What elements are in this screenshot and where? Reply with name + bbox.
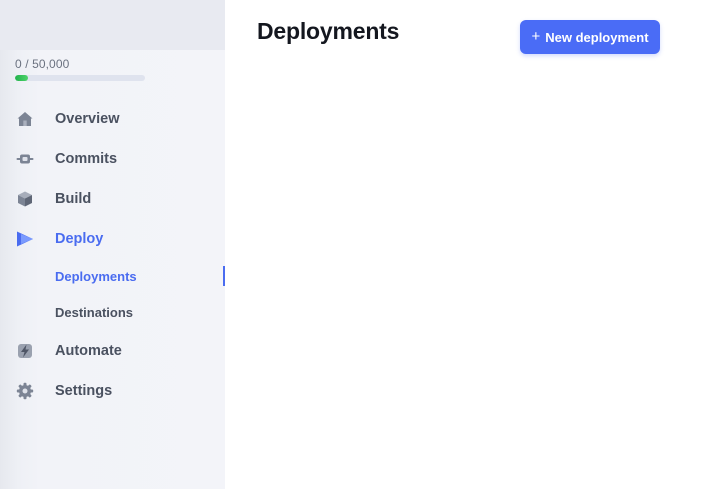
new-deployment-button[interactable]: + New deployment	[520, 20, 660, 54]
usage-progress-bar	[15, 75, 145, 81]
active-indicator	[223, 266, 225, 286]
sidebar-item-label: Overview	[55, 111, 120, 127]
sidebar-item-label: Build	[55, 191, 92, 207]
sidebar-subitem-label: Destinations	[55, 304, 134, 320]
sidebar-item-label: Deploy	[55, 231, 104, 247]
sidebar-item-label: Automate	[55, 343, 122, 359]
usage-counter: 0 / 50,000	[15, 57, 70, 71]
sidebar-item-settings[interactable]: Settings	[0, 371, 225, 411]
commit-icon	[16, 150, 34, 168]
cube-icon	[16, 190, 34, 208]
app-window: 0 / 50,000 Overview Commits Build Deploy…	[0, 0, 709, 489]
sidebar: 0 / 50,000 Overview Commits Build Deploy…	[0, 0, 225, 489]
sidebar-item-commits[interactable]: Commits	[0, 139, 225, 179]
lightning-icon	[16, 342, 34, 360]
sidebar-item-label: Settings	[55, 383, 113, 399]
sidebar-item-deploy[interactable]: Deploy	[0, 219, 225, 259]
sidebar-item-overview[interactable]: Overview	[0, 99, 225, 139]
sidebar-item-label: Commits	[55, 151, 118, 167]
sidebar-subitem-label: Deployments	[55, 268, 137, 284]
sidebar-header	[0, 0, 225, 50]
usage-progress-fill	[15, 75, 28, 81]
play-icon	[16, 230, 34, 248]
sidebar-subitem-deployments[interactable]: Deployments	[0, 258, 225, 294]
sidebar-subitem-destinations[interactable]: Destinations	[0, 294, 225, 330]
sidebar-item-build[interactable]: Build	[0, 179, 225, 219]
gear-icon	[16, 382, 34, 400]
sidebar-item-automate[interactable]: Automate	[0, 331, 225, 371]
page-title: Deployments	[257, 18, 400, 44]
plus-icon: +	[531, 28, 541, 45]
new-deployment-button-label: New deployment	[545, 29, 649, 45]
home-icon	[16, 110, 34, 128]
